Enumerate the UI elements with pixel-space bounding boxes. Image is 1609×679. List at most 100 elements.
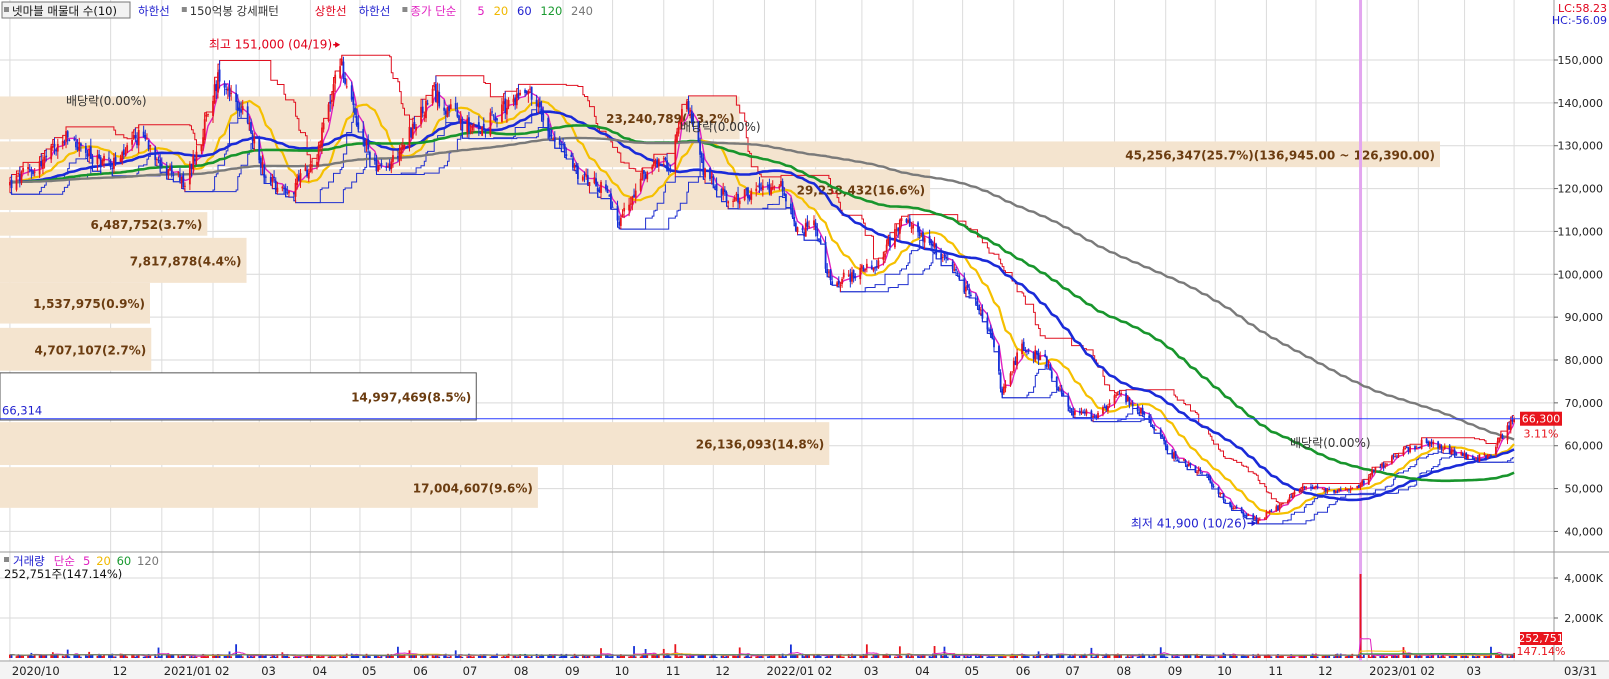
candle-body xyxy=(400,147,403,154)
time-tick-label: 12 xyxy=(113,664,128,678)
candle-body xyxy=(1263,518,1266,520)
candle-body xyxy=(1069,407,1071,409)
candle-body xyxy=(1107,405,1109,412)
candle-body xyxy=(1328,489,1331,491)
candle-body xyxy=(778,185,781,189)
candle-body xyxy=(1384,465,1387,467)
candle-body xyxy=(928,235,931,244)
candle-body xyxy=(355,116,358,126)
legend-square-icon xyxy=(402,7,408,12)
candle-body xyxy=(852,270,855,279)
candle-body xyxy=(1395,456,1398,458)
candle-body xyxy=(1462,453,1464,456)
candle-body xyxy=(1425,438,1428,444)
volume-bar xyxy=(1149,656,1152,658)
volume-profile-label: 6,487,752(3.7%) xyxy=(90,218,202,232)
candle-body xyxy=(1280,503,1283,506)
volume-bar xyxy=(517,656,520,658)
candle-body xyxy=(43,156,46,161)
candle-body xyxy=(193,158,196,162)
candle-body xyxy=(700,152,703,158)
candle-body xyxy=(768,184,771,193)
volume-bar xyxy=(1486,656,1489,658)
candle-body xyxy=(611,206,614,208)
candle-body xyxy=(933,243,936,248)
volume-legend-item: 60 xyxy=(117,554,132,568)
volume-bar xyxy=(327,656,330,658)
candle-body xyxy=(121,152,124,160)
volume-bar xyxy=(1475,656,1478,658)
candle-body xyxy=(443,107,446,111)
candle-body xyxy=(758,183,761,189)
candle-body xyxy=(596,187,599,192)
volume-bar xyxy=(274,656,277,658)
candle-body xyxy=(842,272,845,278)
candle-body xyxy=(435,83,437,102)
volume-bar xyxy=(887,655,890,658)
price-tick-label: 60,000 xyxy=(1565,440,1604,453)
candle-body xyxy=(542,112,545,121)
volume-bar xyxy=(1270,656,1273,658)
candle-body xyxy=(1230,505,1233,510)
time-tick-label: 09 xyxy=(1168,664,1183,678)
candle-body xyxy=(1103,407,1106,409)
volume-bar xyxy=(748,656,751,658)
candle-body xyxy=(839,284,842,287)
candle-body xyxy=(1062,392,1065,396)
volume-bar xyxy=(852,656,855,658)
candle-body xyxy=(215,83,218,92)
volume-bar xyxy=(1090,647,1093,658)
volume-bar xyxy=(471,656,474,658)
volume-bar xyxy=(235,644,238,658)
candle-body xyxy=(329,101,332,104)
volume-bar xyxy=(669,656,672,658)
candle-body xyxy=(477,122,480,130)
candle-body xyxy=(271,177,274,182)
candle-body xyxy=(572,158,574,168)
dividend-annotation: 배당락(0.00%) xyxy=(66,94,147,108)
candle-body xyxy=(205,114,208,117)
volume-bar xyxy=(179,656,181,658)
candle-body xyxy=(433,86,436,88)
candle-body xyxy=(1242,512,1245,515)
price-tick-label: 40,000 xyxy=(1565,525,1604,538)
candle-body xyxy=(1495,446,1497,455)
candle-body xyxy=(22,168,25,172)
candle-body xyxy=(459,118,462,124)
candle-body xyxy=(539,101,541,108)
volume-bar xyxy=(378,656,381,658)
candle-body xyxy=(808,226,810,228)
candle-body xyxy=(1258,519,1261,521)
header-item: 240 xyxy=(571,4,593,18)
volume-bar xyxy=(1219,656,1222,658)
time-tick-label: 02 xyxy=(1420,664,1435,678)
candle-body xyxy=(945,256,948,259)
volume-bar xyxy=(941,655,944,658)
candle-body xyxy=(1166,445,1169,451)
candle-body xyxy=(714,186,716,188)
candle-body xyxy=(1268,510,1271,513)
candle-body xyxy=(448,105,451,112)
volume-bar xyxy=(976,656,979,658)
candle-body xyxy=(1301,486,1304,490)
candle-body xyxy=(540,108,543,115)
candle-body xyxy=(576,165,579,179)
candle-body xyxy=(86,153,89,157)
volume-bar xyxy=(263,655,266,658)
legend-square-icon xyxy=(181,7,187,12)
candle-body xyxy=(654,160,657,164)
candle-body xyxy=(1315,485,1317,488)
candle-body xyxy=(501,104,503,122)
stock-chart[interactable]: 45,256,347(25.7%)(136,945.00 ~ 126,390.0… xyxy=(0,0,1609,679)
volume-bar xyxy=(86,655,89,658)
volume-bar xyxy=(1438,656,1441,658)
volume-bar xyxy=(766,656,769,658)
candle-body xyxy=(223,83,226,88)
candle-body xyxy=(1197,469,1200,472)
volume-bar xyxy=(169,655,171,658)
volume-bar xyxy=(1336,653,1339,658)
candle-body xyxy=(10,179,13,189)
candle-body xyxy=(1440,445,1443,450)
candle-body xyxy=(425,100,427,119)
candle-body xyxy=(380,163,383,167)
